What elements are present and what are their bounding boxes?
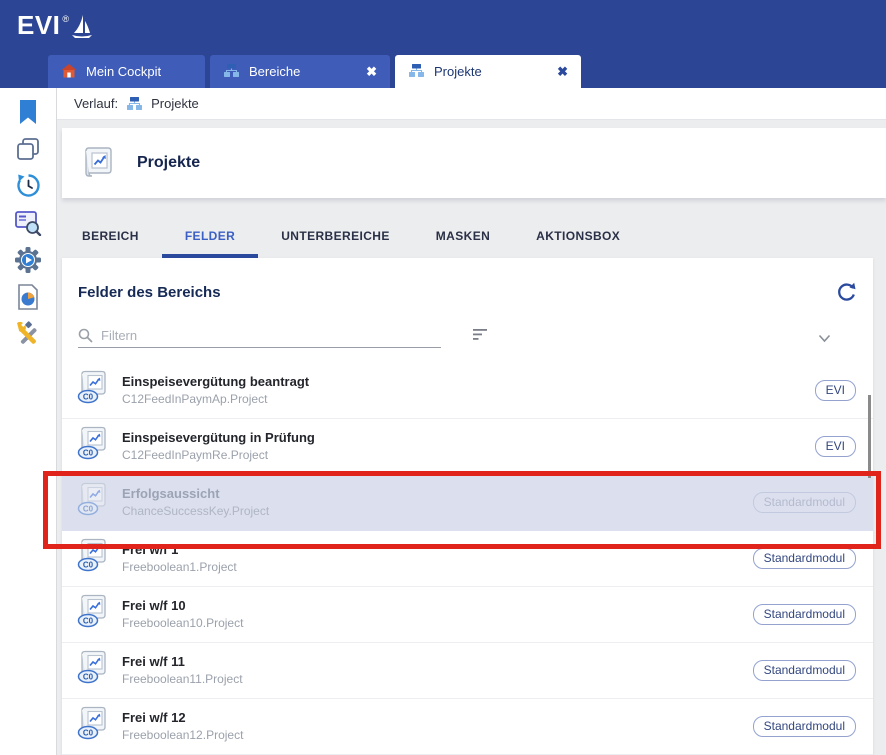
report-pie-icon[interactable] [10,278,47,315]
svg-text:C0: C0 [83,448,94,457]
field-row[interactable]: C0 Frei w/f 11 Freeboolean11.Project Sta… [62,643,873,699]
refresh-icon[interactable] [837,282,856,302]
panel-heading: Felder des Bereichs [78,284,221,301]
svg-text:C0: C0 [83,616,94,625]
svg-text:C0: C0 [83,392,94,401]
field-title: Frei w/f 11 [122,653,753,672]
bookmark-icon[interactable] [10,93,47,130]
fields-panel: Felder des Bereichs [62,258,873,755]
field-badge: Standardmodul [753,548,856,569]
sort-icon[interactable] [472,328,489,346]
field-row[interactable]: C0 Frei w/f 12 Freeboolean12.Project Sta… [62,699,873,755]
field-subtitle: C12FeedInPaymRe.Project [122,448,815,464]
history-label: Verlauf: [74,96,118,111]
chart-scroll-co-icon: C0 [75,369,121,412]
svg-text:C0: C0 [83,560,94,569]
home-icon [61,63,77,81]
search-icon [78,328,93,343]
org-chart-icon [126,96,143,111]
field-subtitle: Freeboolean11.Project [122,672,753,688]
field-badge: Standardmodul [753,492,856,513]
filter-row [78,324,857,350]
field-row[interactable]: C0 Einspeisevergütung in Prüfung C12Feed… [62,419,873,475]
field-badge: EVI [815,436,856,457]
window-tab-label: Projekte [434,64,482,79]
scrollbar-thumb[interactable] [868,395,871,478]
section-tab-bar: BEREICH FELDER UNTERBEREICHE MASKEN AKTI… [59,218,643,258]
window-tab-bereiche[interactable]: Bereiche ✖ [210,55,390,88]
field-subtitle: Freeboolean10.Project [122,616,753,632]
tab-aktionsbox[interactable]: AKTIONSBOX [513,218,643,258]
field-badge: Standardmodul [753,716,856,737]
window-tab-label: Bereiche [249,64,300,79]
chart-scroll-icon [78,146,116,180]
chart-scroll-co-icon: C0 [75,649,121,692]
panel-header: Felder des Bereichs [62,258,873,302]
top-header: EVI ® Mein Cockpit Bereiche ✖ [0,0,886,88]
chart-scroll-co-icon: C0 [75,705,121,748]
tab-felder[interactable]: FELDER [162,218,258,258]
chart-scroll-co-icon: C0 [75,481,121,524]
svg-text:C0: C0 [83,728,94,737]
logo-text: EVI [17,12,60,38]
sidebar [0,88,57,755]
field-title: Erfolgsaussicht [122,485,753,504]
field-title: Frei w/f 12 [122,709,753,728]
field-badge: Standardmodul [753,604,856,625]
chart-scroll-co-icon: C0 [75,425,121,468]
screen-search-icon[interactable] [10,204,47,241]
field-title: Einspeisevergütung beantragt [122,373,815,392]
field-subtitle: ChanceSuccessKey.Project [122,504,753,520]
field-subtitle: Freeboolean12.Project [122,728,753,744]
sailboat-icon [70,13,94,46]
field-badge: Standardmodul [753,660,856,681]
field-row[interactable]: C0 Frei w/f 10 Freeboolean10.Project Sta… [62,587,873,643]
window-tab-label: Mein Cockpit [86,64,161,79]
org-chart-icon [408,63,425,81]
page-title: Projekte [137,154,200,172]
field-row[interactable]: C0 Frei w/f 1 Freeboolean1.Project Stand… [62,531,873,587]
filter-field[interactable] [78,324,441,348]
main-content: Projekte BEREICH FELDER UNTERBEREICHE MA… [57,120,886,755]
app-logo: EVI ® [17,12,94,46]
tab-unterbereiche[interactable]: UNTERBEREICHE [258,218,413,258]
window-tab-bar: Mein Cockpit Bereiche ✖ Projekte ✖ [48,55,581,88]
chart-scroll-co-icon: C0 [75,537,121,580]
org-chart-icon [223,63,240,81]
logo-registered-mark: ® [62,14,69,24]
chart-scroll-co-icon: C0 [75,593,121,636]
field-title: Einspeisevergütung in Prüfung [122,429,815,448]
app-window: EVI ® Mein Cockpit Bereiche ✖ [0,0,886,755]
svg-text:C0: C0 [83,504,94,513]
history-icon[interactable] [10,167,47,204]
field-subtitle: C12FeedInPaymAp.Project [122,392,815,408]
tab-bereich[interactable]: BEREICH [59,218,162,258]
field-badge: EVI [815,380,856,401]
field-row[interactable]: C0 Erfolgsaussicht ChanceSuccessKey.Proj… [62,475,873,531]
history-item-projekte[interactable]: Projekte [151,96,199,111]
chevron-down-icon[interactable] [818,330,831,348]
filter-input[interactable] [101,328,441,343]
page-title-card: Projekte [62,128,886,198]
history-bar: Verlauf: Projekte [57,88,886,120]
fields-list: C0 Einspeisevergütung beantragt C12FeedI… [62,363,873,755]
close-tab-icon[interactable]: ✖ [358,65,377,78]
close-tab-icon[interactable]: ✖ [549,65,568,78]
field-subtitle: Freeboolean1.Project [122,560,753,576]
tab-masken[interactable]: MASKEN [413,218,513,258]
window-tab-projekte[interactable]: Projekte ✖ [395,55,581,88]
gear-play-icon[interactable] [10,241,47,278]
tools-icon[interactable] [10,315,47,352]
svg-text:C0: C0 [83,672,94,681]
windows-icon[interactable] [10,130,47,167]
field-row[interactable]: C0 Einspeisevergütung beantragt C12FeedI… [62,363,873,419]
window-tab-mein-cockpit[interactable]: Mein Cockpit [48,55,205,88]
field-title: Frei w/f 10 [122,597,753,616]
field-title: Frei w/f 1 [122,541,753,560]
